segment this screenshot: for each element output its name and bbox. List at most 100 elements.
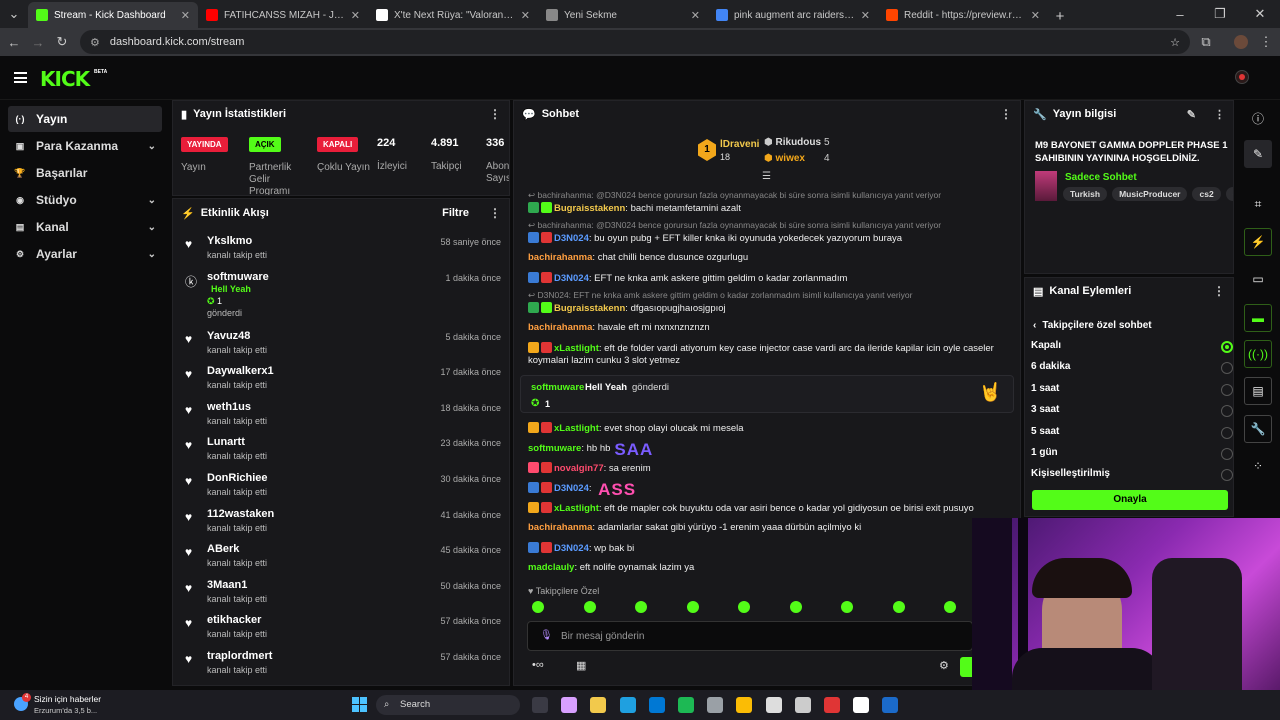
activity-item[interactable]: ♥ etikhacker 57 dakika önce kanalı takip et…: [173, 612, 509, 648]
mic-icon[interactable]: 🎙: [540, 630, 553, 641]
task-view-icon[interactable]: [532, 697, 548, 713]
radio-button[interactable]: [1221, 341, 1233, 353]
notes-icon[interactable]: ▭: [1244, 265, 1272, 293]
chevron-down-icon[interactable]: ⌄: [148, 222, 156, 233]
chat-bubble-icon[interactable]: ▬: [1244, 304, 1272, 332]
browser-tab[interactable]: FATİHCANSS MİZAH - JETT AN ✕: [198, 2, 368, 28]
address-bar[interactable]: ⚙ dashboard.kick.com/stream ☆: [80, 30, 1190, 54]
emote-icon[interactable]: [686, 601, 699, 613]
activity-item[interactable]: ♥ ABerk 45 dakika önce kanalı takip etti: [173, 541, 509, 577]
reload-icon[interactable]: ↻: [50, 30, 74, 54]
tools-icon[interactable]: 🔧: [1244, 415, 1272, 443]
start-icon[interactable]: [352, 697, 367, 712]
category-name[interactable]: Sadece Sohbet: [1065, 172, 1137, 183]
emote-icon[interactable]: [944, 601, 956, 613]
channel-actions-menu-icon[interactable]: ⋮: [1213, 284, 1225, 298]
tab-close-icon[interactable]: ✕: [861, 9, 870, 22]
activity-item[interactable]: ♥ Ykslkmo 58 saniye önce kanalı takip etti: [173, 233, 509, 269]
chat-username[interactable]: D3N024: [554, 543, 589, 554]
browser-tab[interactable]: Stream - Kick Dashboard ✕: [28, 2, 198, 28]
chat-username[interactable]: D3N024: [554, 483, 589, 494]
tab-close-icon[interactable]: ✕: [351, 9, 360, 22]
stats-menu-icon[interactable]: ⋮: [489, 107, 501, 121]
duration-option[interactable]: 6 dakika: [1031, 361, 1233, 377]
layout-icon[interactable]: ▤: [1244, 377, 1272, 405]
new-tab-button[interactable]: +: [1048, 4, 1072, 28]
radio-button[interactable]: [1221, 426, 1233, 439]
tab-close-icon[interactable]: ✕: [1031, 9, 1040, 22]
sidebar-item-4[interactable]: ▤ Kanal ⌄: [8, 214, 162, 240]
activity-user[interactable]: Lunartt: [207, 436, 245, 448]
stream-tag[interactable]: en: [1225, 187, 1233, 201]
sidebar-item-2[interactable]: 🏆 Başarılar: [8, 160, 162, 186]
chat-username[interactable]: bachirahanma: [528, 322, 592, 333]
duration-option[interactable]: Kişiselleştirilmiş: [1031, 468, 1233, 484]
duration-option[interactable]: 3 saat: [1031, 404, 1233, 420]
emote-icon[interactable]: [892, 601, 905, 613]
store-icon[interactable]: ▦: [576, 659, 586, 672]
sidebar-item-0[interactable]: (·) Yayın: [8, 106, 162, 132]
forward-icon[interactable]: →: [26, 30, 50, 54]
activity-user[interactable]: 112wastaken: [207, 508, 274, 520]
activity-item[interactable]: ♥ Yavuz48 5 dakika önce kanalı takip etti: [173, 328, 509, 364]
stream-tag[interactable]: cs2: [1192, 187, 1221, 201]
emote-icon[interactable]: [532, 601, 544, 613]
activity-item[interactable]: ♥ 3Maan1 50 dakika önce kanalı takip etti: [173, 577, 509, 613]
chat-username[interactable]: madclauly: [528, 562, 574, 573]
bookmark-star-icon[interactable]: ☆: [1170, 36, 1180, 49]
activity-user[interactable]: softmuware: [207, 271, 269, 283]
activity-user[interactable]: Daywalkerx1: [207, 365, 274, 377]
close-window-icon[interactable]: ✕: [1240, 2, 1280, 26]
send-button[interactable]: [960, 657, 972, 677]
filter-button[interactable]: Filtre: [442, 207, 469, 219]
extensions-icon[interactable]: ⧉: [1194, 30, 1218, 54]
chat-username[interactable]: D3N024: [554, 273, 589, 284]
tab-close-icon[interactable]: ✕: [181, 9, 190, 22]
settings-app-icon[interactable]: [853, 697, 870, 713]
user-avatar[interactable]: [1235, 70, 1249, 84]
maximize-icon[interactable]: ❐: [1200, 2, 1240, 26]
radio-button[interactable]: [1221, 362, 1233, 375]
app-icon[interactable]: [794, 697, 811, 713]
emote-icon[interactable]: [738, 601, 750, 613]
stream-tag[interactable]: MusicProducer: [1112, 187, 1188, 201]
activity-menu-icon[interactable]: ⋮: [489, 206, 501, 220]
duration-option[interactable]: Kapalı: [1031, 340, 1233, 356]
duration-option[interactable]: 1 gün: [1031, 447, 1233, 463]
chat-username[interactable]: Bugraisstakenn: [554, 303, 625, 314]
stream-info-menu-icon[interactable]: ⋮: [1214, 108, 1225, 121]
activity-item[interactable]: ⓚ softmuware 1 dakika önce Hell Yeah ✪ 1 gönd…: [173, 269, 509, 327]
taskbar-search[interactable]: ⌕ Search: [376, 695, 520, 715]
activity-user[interactable]: Ykslkmo: [207, 235, 252, 247]
chrome-icon[interactable]: [736, 697, 753, 713]
outlook-icon[interactable]: [648, 697, 665, 713]
media-player-icon[interactable]: [765, 697, 782, 713]
chat-settings-icon[interactable]: ⚙: [939, 659, 949, 672]
activity-user[interactable]: weth1us: [207, 401, 251, 413]
emote-icon[interactable]: [635, 601, 647, 613]
radio-button[interactable]: [1221, 405, 1233, 418]
activity-item[interactable]: ♥ weth1us 18 dakika önce kanalı takip etti: [173, 399, 509, 435]
activity-user[interactable]: ABerk: [207, 543, 239, 555]
profile-avatar[interactable]: [1234, 35, 1248, 49]
activity-item[interactable]: ♥ 112wastaken 41 dakika önce kanalı takip e…: [173, 506, 509, 542]
radio-button[interactable]: [1221, 448, 1233, 460]
duration-option[interactable]: 1 saat: [1031, 383, 1233, 399]
activity-user[interactable]: DonRichiee: [207, 472, 268, 484]
activity-user[interactable]: 3Maan1: [207, 579, 247, 591]
radio-button[interactable]: [1221, 469, 1233, 482]
radio-button[interactable]: [1221, 383, 1233, 396]
chat-username[interactable]: xLastlight: [554, 423, 599, 434]
edit-icon[interactable]: ✎: [1187, 108, 1196, 121]
file-explorer-icon[interactable]: [590, 697, 607, 713]
edge-icon[interactable]: [619, 697, 636, 713]
kick-logo[interactable]: KICK: [40, 67, 90, 91]
minimize-icon[interactable]: –: [1160, 2, 1200, 26]
duration-option[interactable]: 5 saat: [1031, 426, 1233, 442]
tab-close-icon[interactable]: ✕: [691, 9, 700, 22]
chat-username[interactable]: bachirahanma: [528, 252, 592, 263]
chevron-down-icon[interactable]: ⌄: [148, 195, 156, 206]
activity-item[interactable]: ♥ Daywalkerx1 17 dakika önce kanalı takip e…: [173, 363, 509, 399]
activity-user[interactable]: traplordmert: [207, 650, 272, 662]
broadcast-wave-icon[interactable]: ((·)): [1244, 340, 1272, 368]
